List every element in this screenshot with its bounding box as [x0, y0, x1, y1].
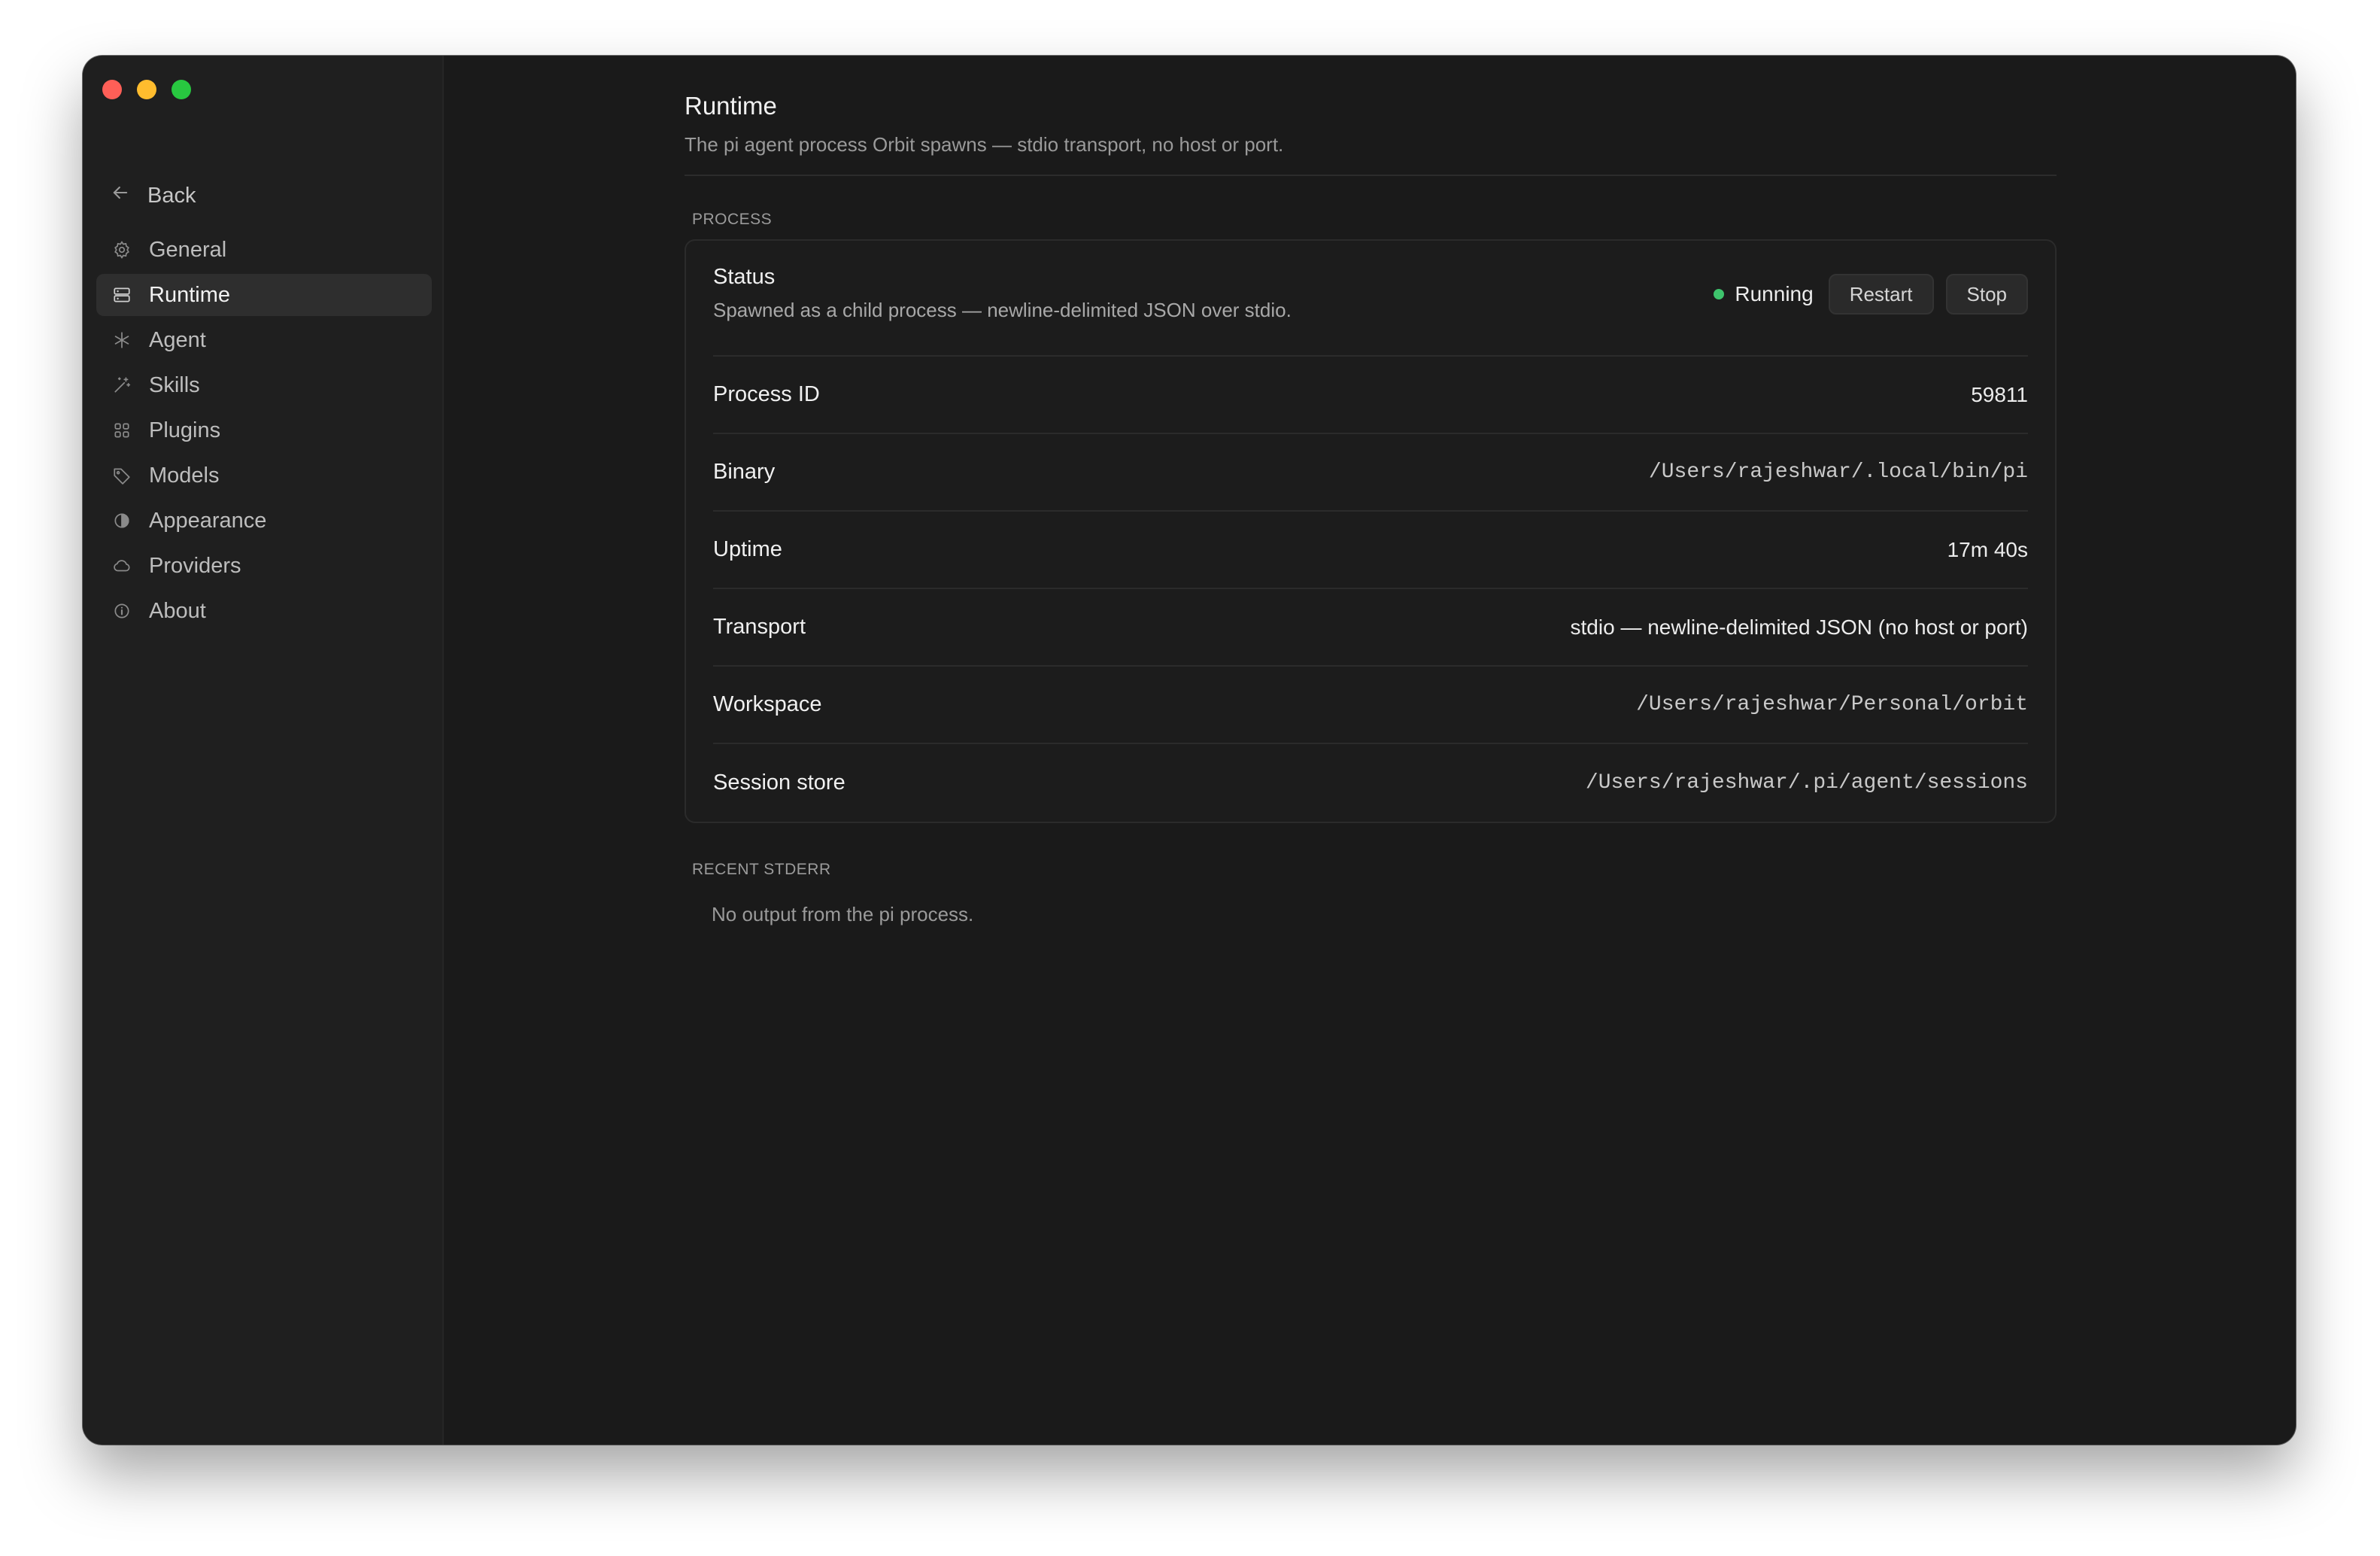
row-label: Transport — [713, 615, 806, 639]
sidebar-item-label: Appearance — [149, 508, 267, 533]
maximize-window-button[interactable] — [172, 80, 191, 99]
asterisk-icon — [111, 330, 132, 351]
sidebar-item-about[interactable]: About — [96, 590, 432, 632]
status-row: Status Spawned as a child process — newl… — [713, 241, 2028, 357]
sidebar-item-skills[interactable]: Skills — [96, 364, 432, 406]
window-controls — [102, 80, 191, 99]
row-value: /Users/rajeshwar/.local/bin/pi — [1648, 460, 2028, 484]
sidebar-item-appearance[interactable]: Appearance — [96, 500, 432, 542]
runtime-settings: Runtime The pi agent process Orbit spawn… — [685, 84, 2057, 926]
process-card: Status Spawned as a child process — newl… — [685, 239, 2057, 823]
sidebar: Back General Runtime Agent Skills Plugin… — [83, 56, 444, 1445]
restart-button[interactable]: Restart — [1828, 274, 1934, 315]
page-title: Runtime — [685, 92, 777, 120]
arrow-left-icon — [110, 182, 131, 209]
stderr-section-label: RECENT STDERR — [692, 861, 831, 878]
contrast-icon — [111, 510, 132, 531]
row-value: /Users/rajeshwar/.pi/agent/sessions — [1585, 771, 2028, 795]
row-value: 59811 — [1971, 382, 2028, 406]
info-icon — [111, 600, 132, 621]
row-label: Session store — [713, 770, 845, 795]
sidebar-item-label: Runtime — [149, 282, 230, 307]
uptime-row: Uptime 17m 40s — [713, 512, 2028, 589]
sidebar-item-label: Agent — [149, 327, 206, 352]
stderr-empty-message: No output from the pi process. — [712, 903, 974, 925]
sidebar-item-label: General — [149, 237, 227, 262]
row-value: stdio — newline-delimited JSON (no host … — [1570, 615, 2028, 639]
status-info: Status Spawned as a child process — newl… — [713, 265, 1292, 322]
status-controls: Running Restart Stop — [1714, 274, 2028, 315]
cloud-icon — [111, 555, 132, 576]
page-subtitle: The pi agent process Orbit spawns — stdi… — [685, 133, 1284, 156]
sidebar-item-plugins[interactable]: Plugins — [96, 409, 432, 451]
row-label: Process ID — [713, 382, 820, 406]
row-label: Uptime — [713, 537, 782, 561]
row-value: 17m 40s — [1947, 537, 2028, 561]
minimize-window-button[interactable] — [137, 80, 156, 99]
workspace-row: Workspace /Users/rajeshwar/Personal/orbi… — [713, 667, 2028, 744]
sidebar-item-label: Skills — [149, 372, 200, 397]
row-value: /Users/rajeshwar/Personal/orbit — [1636, 693, 2028, 716]
transport-row: Transport stdio — newline-delimited JSON… — [713, 589, 2028, 667]
close-window-button[interactable] — [102, 80, 122, 99]
status-label: Status — [713, 265, 776, 289]
row-label: Workspace — [713, 692, 822, 716]
session-store-row: Session store /Users/rajeshwar/.pi/agent… — [713, 744, 2028, 822]
binary-row: Binary /Users/rajeshwar/.local/bin/pi — [713, 434, 2028, 512]
sidebar-item-general[interactable]: General — [96, 229, 432, 271]
status-state: Running — [1735, 282, 1814, 305]
settings-nav: General Runtime Agent Skills Plugins Mod… — [96, 229, 432, 635]
process-id-row: Process ID 59811 — [713, 357, 2028, 434]
row-label: Binary — [713, 460, 776, 484]
sidebar-item-runtime[interactable]: Runtime — [96, 274, 432, 316]
status-badge: Running — [1714, 282, 1814, 306]
stop-button[interactable]: Stop — [1945, 274, 2028, 315]
status-description: Spawned as a child process — newline-del… — [713, 299, 1292, 321]
header-divider — [685, 175, 2057, 176]
sidebar-item-agent[interactable]: Agent — [96, 319, 432, 361]
grid-icon — [111, 420, 132, 441]
server-icon — [111, 284, 132, 305]
sidebar-item-label: Plugins — [149, 418, 221, 442]
sidebar-item-providers[interactable]: Providers — [96, 545, 432, 587]
status-dot-icon — [1714, 289, 1725, 299]
sidebar-item-label: About — [149, 598, 206, 623]
main-panel: Runtime The pi agent process Orbit spawn… — [444, 56, 2296, 1445]
sidebar-item-label: Models — [149, 463, 220, 488]
tag-icon — [111, 465, 132, 486]
wand-icon — [111, 375, 132, 396]
back-button[interactable]: Back — [110, 178, 196, 214]
process-section-label: PROCESS — [692, 211, 773, 228]
gear-icon — [111, 239, 132, 260]
settings-window: Back General Runtime Agent Skills Plugin… — [83, 56, 2296, 1445]
sidebar-item-models[interactable]: Models — [96, 454, 432, 497]
sidebar-item-label: Providers — [149, 553, 241, 578]
back-label: Back — [147, 183, 196, 208]
